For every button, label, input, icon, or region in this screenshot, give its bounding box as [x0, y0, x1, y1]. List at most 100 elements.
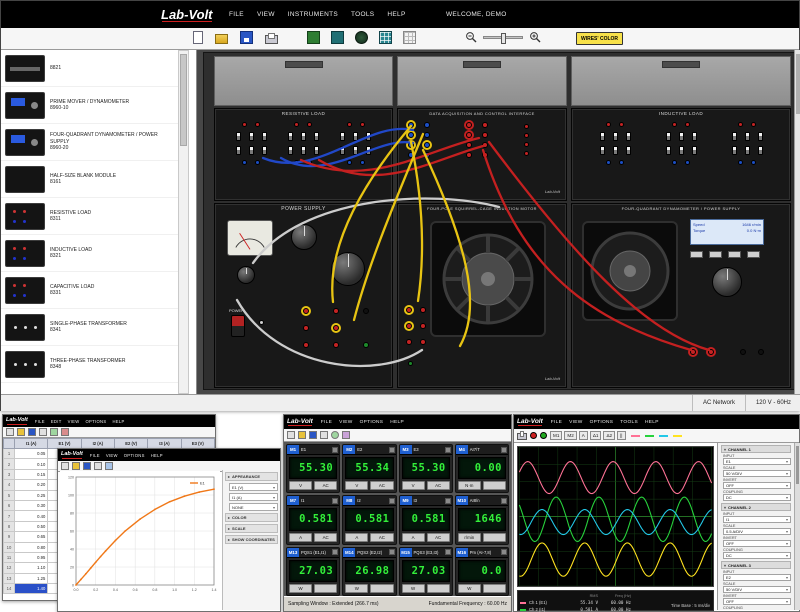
motor-terminal[interactable] [420, 323, 426, 329]
load-switch[interactable] [612, 132, 618, 141]
load-switch[interactable] [744, 146, 750, 155]
meter-menu-button[interactable] [332, 446, 339, 453]
channel-coupling-select[interactable]: DC ▾ [723, 552, 791, 559]
menu-help[interactable]: HELP [151, 453, 163, 458]
cursor-2-button[interactable]: Δ2 [603, 431, 616, 440]
meter-menu-button[interactable] [501, 497, 507, 504]
open-icon[interactable] [17, 428, 25, 436]
table-cell[interactable]: 1.25 [13, 572, 49, 585]
meter-mode-button[interactable] [426, 584, 450, 593]
terminal-red[interactable] [242, 122, 248, 127]
save-icon[interactable] [83, 462, 91, 470]
terminal-red[interactable] [466, 132, 472, 138]
meter-unit-button[interactable]: A [401, 532, 425, 542]
scrollbar-thumb[interactable] [796, 446, 799, 484]
load-switch[interactable] [612, 146, 618, 155]
pause-button[interactable]: || [617, 431, 626, 440]
table-header-cell[interactable]: E3 (V) [180, 438, 215, 449]
terminal-red[interactable] [346, 122, 352, 127]
terminal-blue[interactable] [307, 160, 313, 165]
terminal-blue[interactable] [408, 142, 414, 148]
menu-view[interactable]: VIEW [339, 420, 352, 425]
motor-terminal[interactable] [406, 339, 412, 345]
table-cell[interactable]: 0.50 [13, 520, 49, 533]
continuous-refresh-icon[interactable] [331, 431, 339, 439]
supply-terminal[interactable] [333, 325, 339, 331]
terminal-red[interactable] [307, 122, 313, 127]
channel-input-select[interactable]: I1 ▾ [723, 516, 791, 523]
load-switch[interactable] [691, 132, 697, 141]
menu-help[interactable]: HELP [645, 420, 659, 425]
row-index[interactable]: 5 [3, 489, 15, 501]
channel-invert-select[interactable]: OFF ▾ [723, 482, 791, 489]
table-cell[interactable]: 0.40 [13, 510, 49, 522]
dyno-terminal[interactable] [740, 349, 746, 355]
settings-group-appearance[interactable]: ▸ APPEARANCE [225, 472, 278, 481]
supply-terminal[interactable] [303, 325, 309, 331]
channel-header[interactable]: ▾ CHANNEL 2 [721, 503, 791, 511]
load-switch[interactable] [665, 132, 671, 141]
load-switch[interactable] [313, 146, 319, 155]
meter-mode-button[interactable]: AC [426, 532, 450, 542]
graph-titlebar[interactable]: Lab-Volt FILE VIEW OPTIONS HELP [58, 449, 280, 461]
terminal-blue[interactable] [751, 160, 756, 165]
meter-mode-button[interactable] [370, 584, 394, 593]
load-switch[interactable] [313, 132, 319, 141]
table-header-cell[interactable]: E2 (V) [113, 438, 149, 449]
m2-button[interactable]: M2 [564, 431, 577, 440]
load-switch[interactable] [353, 132, 359, 141]
new-icon[interactable] [61, 462, 69, 470]
workspace-scrollbar[interactable] [794, 50, 800, 394]
terminal-blue[interactable] [685, 160, 690, 165]
row-index[interactable]: 14 [3, 583, 15, 595]
load-switch[interactable] [731, 146, 737, 155]
settings-select[interactable]: E1 (V) ▾ [229, 483, 278, 491]
supply-terminal[interactable] [333, 308, 339, 314]
table-header-cell[interactable]: I2 (A) [80, 438, 115, 449]
channel-input-select[interactable]: E2 ▾ [723, 574, 791, 581]
load-switch[interactable] [300, 146, 306, 155]
table-cell[interactable]: 1.40 [13, 583, 49, 595]
equipment-scrollbar[interactable] [178, 50, 189, 394]
equipment-item[interactable]: HALF-SIZE BLANK MODULE 8161 [1, 161, 178, 198]
terminal-red[interactable] [619, 122, 624, 127]
table-cell[interactable]: 0.25 [13, 489, 49, 501]
load-switch[interactable] [744, 132, 750, 141]
table-cell[interactable]: 0.65 [13, 531, 49, 543]
frequency-knob[interactable] [237, 266, 255, 284]
load-section[interactable] [287, 122, 319, 165]
terminal-red[interactable] [672, 122, 677, 127]
menu-file[interactable]: FILE [90, 453, 100, 458]
save-icon[interactable] [240, 31, 253, 44]
meter-unit-button[interactable]: N·m [457, 481, 481, 491]
meter-unit-button[interactable]: W [401, 584, 425, 593]
menu-help[interactable]: HELP [387, 11, 405, 18]
meter-menu-button[interactable] [388, 549, 395, 556]
load-switch[interactable] [366, 146, 372, 155]
meter-unit-button[interactable]: W [457, 584, 481, 593]
table-cell[interactable]: 0.15 [13, 468, 49, 481]
load-switch[interactable] [300, 132, 306, 141]
load-switch[interactable] [366, 132, 372, 141]
voltage-control-knob[interactable] [331, 252, 365, 286]
menu-options[interactable]: OPTIONS [124, 453, 145, 458]
open-icon[interactable] [72, 462, 80, 470]
trace-toggle-ch2[interactable] [644, 434, 654, 437]
metering-window-icon[interactable] [331, 31, 344, 44]
dyno-function-button[interactable] [709, 251, 722, 258]
supply-terminal[interactable] [303, 308, 309, 314]
meter-menu-button[interactable] [501, 549, 507, 556]
terminal-blue[interactable] [424, 122, 430, 128]
load-switch[interactable] [757, 146, 763, 155]
load-switch[interactable] [731, 132, 737, 141]
row-index[interactable]: 8 [3, 520, 15, 533]
module-power-supply[interactable]: POWER SUPPLY POWER [214, 203, 393, 388]
meter-menu-button[interactable] [388, 446, 395, 453]
load-switch[interactable] [248, 146, 254, 155]
motor-terminal[interactable] [420, 307, 426, 313]
module-dynamometer[interactable]: FOUR-QUADRANT DYNAMOMETER / POWER SUPPLY… [571, 203, 791, 388]
load-switch[interactable] [678, 132, 684, 141]
load-switch[interactable] [678, 146, 684, 155]
supply-terminal[interactable] [333, 342, 339, 348]
row-index[interactable]: 7 [3, 510, 15, 522]
